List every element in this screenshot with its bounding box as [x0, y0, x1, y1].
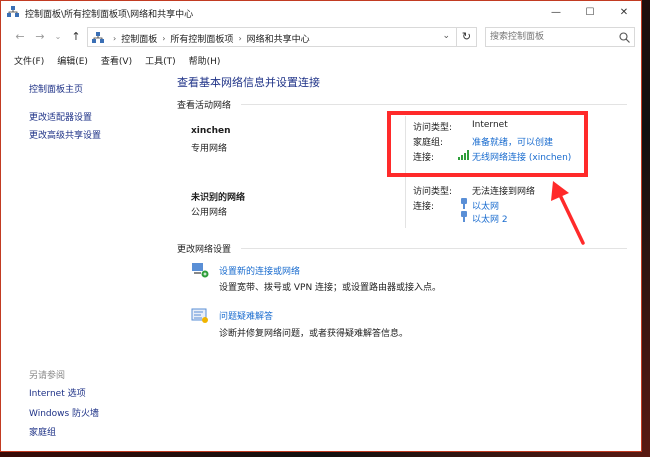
- menu-edit[interactable]: 编辑(E): [57, 54, 88, 70]
- menu-bar: 文件(F) 编辑(E) 查看(V) 工具(T) 帮助(H): [1, 54, 641, 70]
- chevron-right-icon: ›: [113, 34, 117, 43]
- access-type-label: 访问类型:: [413, 187, 453, 197]
- menu-help[interactable]: 帮助(H): [189, 54, 221, 70]
- minimize-button[interactable]: —: [539, 1, 573, 23]
- network-type-private: 专用网络: [191, 144, 228, 154]
- watermark-brand: Bai: [501, 394, 544, 422]
- troubleshoot-link[interactable]: 问题疑难解答: [219, 309, 273, 322]
- see-also-heading: 另请参阅: [29, 371, 66, 381]
- network-type-public: 公用网络: [191, 208, 228, 218]
- chevron-right-icon: ›: [162, 34, 166, 43]
- network-name-xinchen: xinchen: [191, 126, 231, 136]
- window-title: 控制面板\所有控制面板项\网络和共享中心: [25, 10, 194, 20]
- setup-new-connection-desc: 设置宽带、拨号或 VPN 连接；或设置路由器或接入点。: [219, 283, 442, 293]
- baidu-paw-icon: [548, 398, 567, 418]
- menu-tools[interactable]: 工具(T): [145, 54, 176, 70]
- sidebar-item-control-panel-home[interactable]: 控制面板主页: [29, 82, 83, 95]
- sidebar-item-internet-options[interactable]: Internet 选项: [29, 386, 86, 399]
- watermark-url: jingyan.baidu.com: [509, 426, 602, 437]
- sidebar-item-homegroup[interactable]: 家庭组: [29, 425, 56, 438]
- crumb-network-center[interactable]: 网络和共享中心: [247, 32, 310, 45]
- address-bar[interactable]: › 控制面板 › 所有控制面板项 › 网络和共享中心 ⌄ ↻: [87, 27, 477, 47]
- section-divider: [241, 104, 627, 105]
- breadcrumb: › 控制面板 › 所有控制面板项 › 网络和共享中心: [108, 32, 310, 45]
- baidu-watermark: Bai 经验 jingyan.baidu.com: [495, 392, 645, 452]
- search-input[interactable]: [490, 30, 610, 44]
- chevron-right-icon: ›: [238, 34, 242, 43]
- back-arrow-icon[interactable]: ←: [13, 29, 27, 45]
- access-type-value: 无法连接到网络: [472, 187, 536, 197]
- connection-label: 连接:: [413, 202, 435, 212]
- recent-chevron-icon[interactable]: ⌄: [51, 29, 65, 45]
- ethernet-2-link[interactable]: 以太网 2: [472, 212, 508, 225]
- sidebar: 控制面板主页 更改适配器设置 更改高级共享设置 另请参阅 Internet 选项…: [1, 70, 149, 450]
- active-networks-heading: 查看活动网络: [177, 101, 232, 111]
- network-sharing-center-window: 控制面板\所有控制面板项\网络和共享中心 — ☐ ✕ ← → ⌄ ↑ › 控制面…: [0, 0, 642, 452]
- chevron-down-icon[interactable]: ⌄: [442, 31, 450, 41]
- menu-view[interactable]: 查看(V): [101, 54, 132, 70]
- troubleshoot-icon: [191, 308, 208, 323]
- sidebar-item-advanced-sharing[interactable]: 更改高级共享设置: [29, 128, 101, 141]
- refresh-icon[interactable]: ↻: [456, 28, 476, 46]
- section-divider: [241, 248, 627, 249]
- sidebar-item-adapter-settings[interactable]: 更改适配器设置: [29, 110, 92, 123]
- control-panel-icon: [92, 32, 104, 43]
- menu-file[interactable]: 文件(F): [14, 54, 44, 70]
- troubleshoot-desc: 诊断并修复网络问题，或者获得疑难解答信息。: [219, 329, 409, 339]
- maximize-button[interactable]: ☐: [573, 1, 607, 23]
- close-button[interactable]: ✕: [607, 1, 641, 23]
- red-arrow-annotation: [551, 181, 585, 245]
- title-bar[interactable]: 控制面板\所有控制面板项\网络和共享中心 — ☐ ✕: [1, 1, 641, 23]
- forward-arrow-icon[interactable]: →: [33, 29, 47, 45]
- network-name-unidentified: 未识别的网络: [191, 193, 246, 203]
- crumb-all-items[interactable]: 所有控制面板项: [170, 32, 233, 45]
- sidebar-item-windows-firewall[interactable]: Windows 防火墙: [29, 406, 99, 419]
- change-settings-heading: 更改网络设置: [177, 245, 232, 255]
- new-connection-icon: [192, 263, 209, 278]
- crumb-control-panel[interactable]: 控制面板: [121, 32, 157, 45]
- page-title: 查看基本网络信息并设置连接: [177, 76, 320, 89]
- address-row: ← → ⌄ ↑ › 控制面板 › 所有控制面板项 › 网络和共享中心 ⌄ ↻: [1, 27, 641, 47]
- search-box[interactable]: [485, 27, 635, 47]
- network-center-icon: [7, 6, 19, 17]
- watermark-brand-suffix: 经验: [571, 402, 607, 423]
- search-icon: [619, 32, 630, 43]
- ethernet-icon: [461, 198, 467, 209]
- ethernet-link[interactable]: 以太网: [472, 199, 499, 212]
- ethernet-icon: [461, 211, 467, 222]
- setup-new-connection-link[interactable]: 设置新的连接或网络: [219, 264, 300, 277]
- highlight-box: [387, 111, 588, 177]
- up-arrow-icon[interactable]: ↑: [69, 29, 83, 45]
